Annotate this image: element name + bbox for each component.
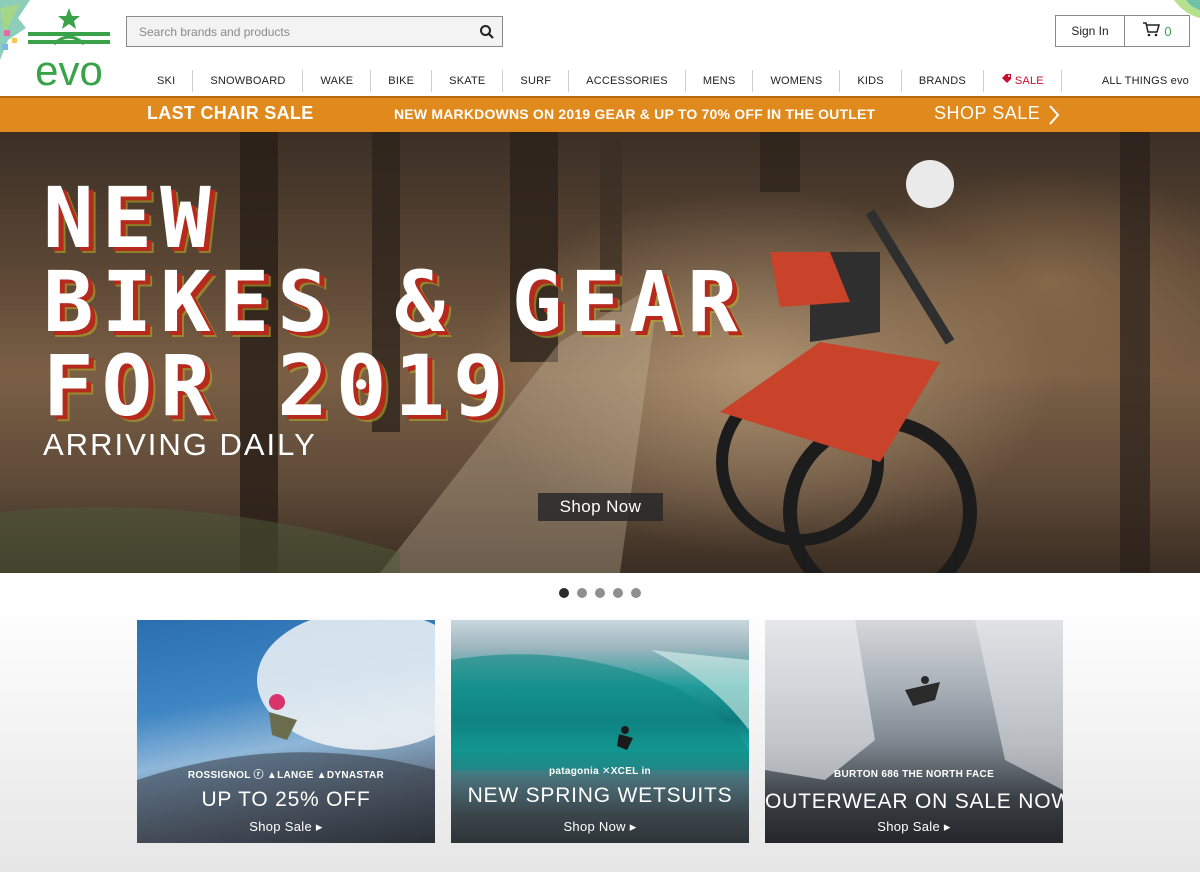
cart-icon [1142, 21, 1161, 42]
hero-title-line-3: FOR 2019 [43, 337, 512, 435]
hero-banner[interactable]: NEW BIKES & GEAR FOR 2019 ARRIVING DAILY… [0, 132, 1200, 573]
nav-item-kids[interactable]: KIDS [839, 70, 900, 92]
nav-item-all-things-evo[interactable]: ALL THINGS evo [1060, 70, 1200, 92]
nav-item-mens[interactable]: MENS [684, 70, 753, 92]
promo-banner[interactable]: LAST CHAIR SALE NEW MARKDOWNS ON 2019 GE… [0, 96, 1200, 132]
hero-shop-now-button[interactable]: Shop Now [538, 493, 663, 521]
promo-tile-outerwear[interactable]: BURTON 686 THE NORTH FACE OUTERWEAR ON S… [765, 620, 1063, 843]
nav-item-womens[interactable]: WOMENS [752, 70, 839, 92]
promo-tile-ski[interactable]: ROSSIGNOL ⓡ ▲LANGE ▲DYNASTAR UP TO 25% O… [137, 620, 435, 843]
nav-sale-label: SALE [1014, 75, 1044, 87]
search-input[interactable] [127, 17, 457, 46]
nav-item-ski[interactable]: SKI [140, 70, 192, 92]
carousel-dot-3[interactable] [595, 588, 605, 598]
nav-item-brands[interactable]: BRANDS [900, 70, 983, 92]
promo-cta[interactable]: SHOP SALE [934, 103, 1040, 124]
carousel-dots [559, 588, 641, 598]
tile-ski-brands: ROSSIGNOL ⓡ ▲LANGE ▲DYNASTAR [187, 770, 385, 781]
tile-outerwear-headline: OUTERWEAR ON SALE NOW [765, 790, 1063, 813]
search-icon[interactable] [478, 23, 496, 41]
cart-count: 0 [1164, 23, 1172, 39]
nav-item-surf[interactable]: SURF [502, 70, 568, 92]
cart-button[interactable]: 0 [1124, 15, 1190, 47]
hero-title: NEW BIKES & GEAR FOR 2019 [43, 176, 746, 428]
promo-title: LAST CHAIR SALE [147, 103, 314, 123]
tag-icon [1001, 70, 1012, 92]
carousel-dot-1[interactable] [559, 588, 569, 598]
tile-surf-cta[interactable]: Shop Now ▸ [451, 819, 749, 835]
nav-item-wake[interactable]: WAKE [302, 70, 370, 92]
nav-item-accessories[interactable]: ACCESSORIES [568, 70, 685, 92]
carousel-dot-5[interactable] [631, 588, 641, 598]
carousel-dot-2[interactable] [577, 588, 587, 598]
tile-ski-headline: UP TO 25% OFF [201, 788, 371, 811]
search-bar [126, 16, 503, 47]
chevron-right-icon [1047, 104, 1061, 131]
tile-outerwear-cta[interactable]: Shop Sale ▸ [765, 819, 1063, 835]
tile-surf-image [451, 650, 749, 770]
promo-tile-surf[interactable]: patagonia ✕XCEL in NEW SPRING WETSUITS S… [451, 620, 749, 843]
evo-logo[interactable]: evo [24, 8, 114, 94]
tile-surf-headline: NEW SPRING WETSUITS [467, 784, 733, 807]
site-header: evo Sign In 0 SKI SNOWBOARD WAKE BIKE SK… [0, 0, 1200, 96]
tile-surf-brands: patagonia ✕XCEL in [549, 766, 651, 777]
nav-item-snowboard[interactable]: SNOWBOARD [192, 70, 302, 92]
main-nav: SKI SNOWBOARD WAKE BIKE SKATE SURF ACCES… [140, 70, 1200, 92]
tile-ski-cta[interactable]: Shop Sale ▸ [137, 819, 435, 835]
sign-in-button[interactable]: Sign In [1055, 15, 1125, 47]
nav-item-bike[interactable]: BIKE [370, 70, 431, 92]
tile-outerwear-brands: BURTON 686 THE NORTH FACE [833, 769, 995, 780]
nav-item-sale[interactable]: SALE [982, 70, 1061, 92]
promo-message: NEW MARKDOWNS ON 2019 GEAR & UP TO 70% O… [394, 106, 876, 122]
logo-text: evo [35, 47, 103, 90]
nav-item-skate[interactable]: SKATE [431, 70, 502, 92]
carousel-dot-4[interactable] [613, 588, 623, 598]
hero-subtitle: ARRIVING DAILY [43, 427, 317, 462]
